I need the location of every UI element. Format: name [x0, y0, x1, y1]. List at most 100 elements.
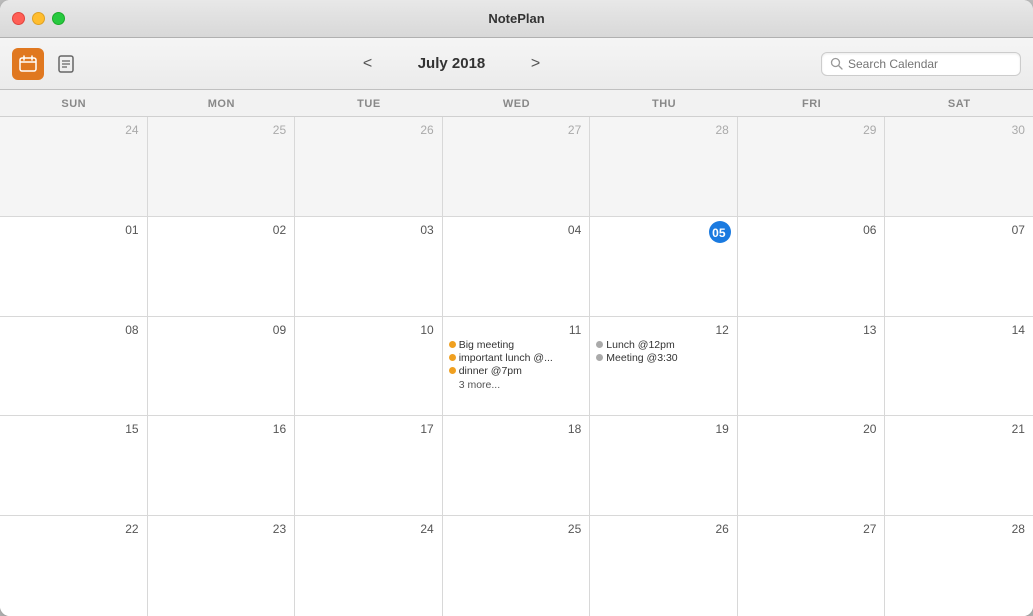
day-header-wed: WED: [443, 90, 591, 116]
event-item: important lunch @...: [449, 352, 584, 364]
calendar-week: 24 25 26 27 28 29 30: [0, 117, 1033, 217]
day-header-sun: SUN: [0, 90, 148, 116]
day-number: 20: [744, 420, 879, 436]
day-number: 26: [596, 520, 731, 536]
event-text: Lunch @12pm: [606, 339, 674, 351]
calendar-day[interactable]: 29: [738, 117, 886, 216]
calendar-day[interactable]: 15: [0, 416, 148, 515]
day-number: 25: [154, 121, 289, 137]
month-title: July 2018: [392, 55, 512, 72]
calendar-day[interactable]: 12 Lunch @12pmMeeting @3:30: [590, 317, 738, 416]
traffic-lights: [12, 12, 65, 25]
day-number: 23: [154, 520, 289, 536]
day-number: 16: [154, 420, 289, 436]
day-number: 12: [596, 321, 731, 337]
day-number: 07: [891, 221, 1027, 237]
day-number: 13: [744, 321, 879, 337]
app-window: NotePlan <: [0, 0, 1033, 616]
event-dot: [596, 354, 603, 361]
close-button[interactable]: [12, 12, 25, 25]
day-number: 18: [449, 420, 584, 436]
day-number: 06: [744, 221, 879, 237]
day-number: 17: [301, 420, 436, 436]
calendar-week: 08 0910 11 Big meetingimportant lunch @...d…: [0, 317, 1033, 417]
calendar-day[interactable]: 22: [0, 516, 148, 616]
calendar-day[interactable]: 24: [0, 117, 148, 216]
day-number: 30: [891, 121, 1027, 137]
day-number: 14: [891, 321, 1027, 337]
calendar-view-button[interactable]: [12, 48, 44, 80]
calendar-icon: [19, 55, 37, 73]
minimize-button[interactable]: [32, 12, 45, 25]
calendar-day[interactable]: 13: [738, 317, 886, 416]
calendar-week: 01 02 03 04 05 06 07: [0, 217, 1033, 317]
day-number: 11: [449, 321, 584, 337]
calendar-day[interactable]: 24: [295, 516, 443, 616]
event-text: important lunch @...: [459, 352, 553, 364]
calendar-day[interactable]: 30: [885, 117, 1033, 216]
calendar-day[interactable]: 25: [443, 516, 591, 616]
calendar-day[interactable]: 26: [590, 516, 738, 616]
event-item: Big meeting: [449, 339, 584, 351]
day-number: 24: [301, 520, 436, 536]
calendar-day[interactable]: 26: [295, 117, 443, 216]
calendar-day[interactable]: 01: [0, 217, 148, 316]
calendar-day[interactable]: 20: [738, 416, 886, 515]
calendar-week: 22 23 24 25 26 27 28: [0, 516, 1033, 616]
calendar-day[interactable]: 17: [295, 416, 443, 515]
calendar-day[interactable]: 18: [443, 416, 591, 515]
calendar-day[interactable]: 21: [885, 416, 1033, 515]
calendar-container: SUNMONTUEWEDTHUFRISAT 24 25 26 27 28 29 30 01 02…: [0, 90, 1033, 616]
calendar-day[interactable]: 05: [590, 217, 738, 316]
day-number: 15: [6, 420, 141, 436]
events-list: Lunch @12pmMeeting @3:30: [596, 339, 731, 364]
calendar-day[interactable]: 27: [738, 516, 886, 616]
day-number: 26: [301, 121, 436, 137]
calendar-day[interactable]: 14: [885, 317, 1033, 416]
event-item: dinner @7pm: [449, 365, 584, 377]
calendar-day[interactable]: 09: [148, 317, 296, 416]
event-item: Lunch @12pm: [596, 339, 731, 351]
calendar-day[interactable]: 11 Big meetingimportant lunch @...dinner …: [443, 317, 591, 416]
events-list: Big meetingimportant lunch @...dinner @7…: [449, 339, 584, 391]
calendar-day[interactable]: 28: [590, 117, 738, 216]
calendar-day[interactable]: 27: [443, 117, 591, 216]
calendar-day[interactable]: 06: [738, 217, 886, 316]
search-input[interactable]: [848, 57, 1012, 71]
calendar-day[interactable]: 03: [295, 217, 443, 316]
day-header-sat: SAT: [885, 90, 1033, 116]
calendar-day[interactable]: 07: [885, 217, 1033, 316]
calendar-day[interactable]: 04: [443, 217, 591, 316]
event-dot: [449, 354, 456, 361]
day-number: 28: [596, 121, 731, 137]
calendar-day[interactable]: 02: [148, 217, 296, 316]
day-header-thu: THU: [590, 90, 738, 116]
maximize-button[interactable]: [52, 12, 65, 25]
day-number: 27: [449, 121, 584, 137]
titlebar: NotePlan: [0, 0, 1033, 38]
day-header-fri: FRI: [738, 90, 886, 116]
calendar-day[interactable]: 25: [148, 117, 296, 216]
notes-view-button[interactable]: [50, 48, 82, 80]
toolbar-right: [821, 52, 1021, 76]
day-headers: SUNMONTUEWEDTHUFRISAT: [0, 90, 1033, 117]
day-number: 03: [301, 221, 436, 237]
prev-month-button[interactable]: <: [354, 50, 382, 78]
event-dot: [449, 367, 456, 374]
day-number: 27: [744, 520, 879, 536]
notes-icon: [57, 55, 75, 73]
day-number: 08: [6, 321, 141, 337]
window-title: NotePlan: [488, 11, 544, 26]
calendar-day[interactable]: 28: [885, 516, 1033, 616]
calendar-day[interactable]: 10: [295, 317, 443, 416]
calendar-day[interactable]: 19: [590, 416, 738, 515]
toolbar: < July 2018 >: [0, 38, 1033, 90]
calendar-day[interactable]: 16: [148, 416, 296, 515]
calendar-day[interactable]: 23: [148, 516, 296, 616]
day-number: 04: [449, 221, 584, 237]
day-header-tue: TUE: [295, 90, 443, 116]
day-number: 02: [154, 221, 289, 237]
day-number: 05: [709, 221, 731, 243]
calendar-day[interactable]: 08: [0, 317, 148, 416]
next-month-button[interactable]: >: [522, 50, 550, 78]
